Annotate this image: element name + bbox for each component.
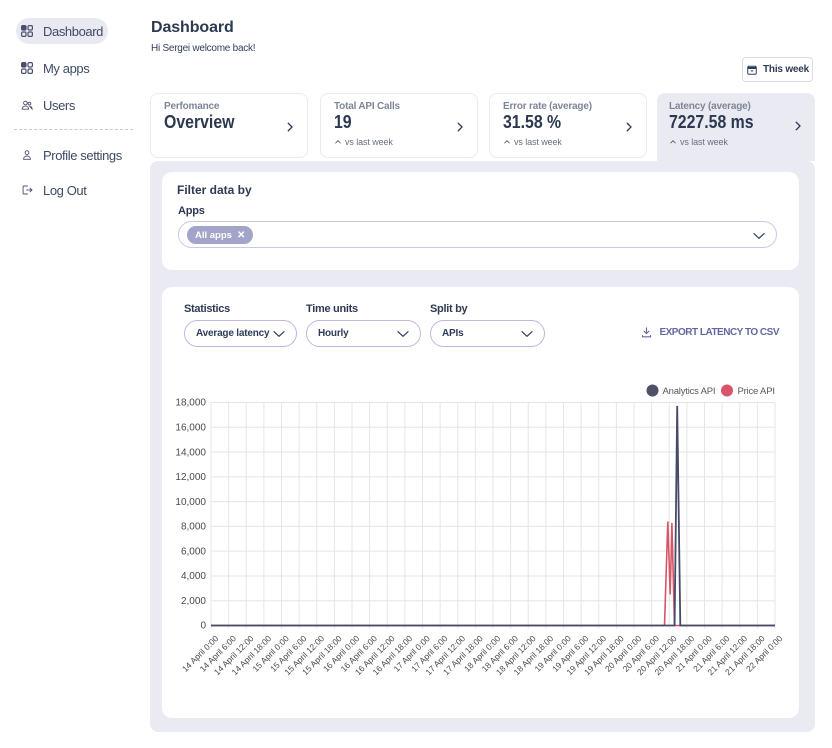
svg-text:4,000: 4,000 <box>181 571 206 582</box>
svg-text:10,000: 10,000 <box>175 497 206 508</box>
svg-text:6,000: 6,000 <box>181 546 206 557</box>
svg-text:18,000: 18,000 <box>175 398 206 409</box>
svg-text:2,000: 2,000 <box>181 596 206 607</box>
svg-text:12,000: 12,000 <box>175 472 206 483</box>
svg-text:0: 0 <box>200 621 206 632</box>
svg-text:14,000: 14,000 <box>175 447 206 458</box>
svg-text:16,000: 16,000 <box>175 422 206 433</box>
svg-text:8,000: 8,000 <box>181 522 206 533</box>
svg-text:Price API: Price API <box>738 386 775 397</box>
svg-text:Analytics API: Analytics API <box>663 386 716 397</box>
